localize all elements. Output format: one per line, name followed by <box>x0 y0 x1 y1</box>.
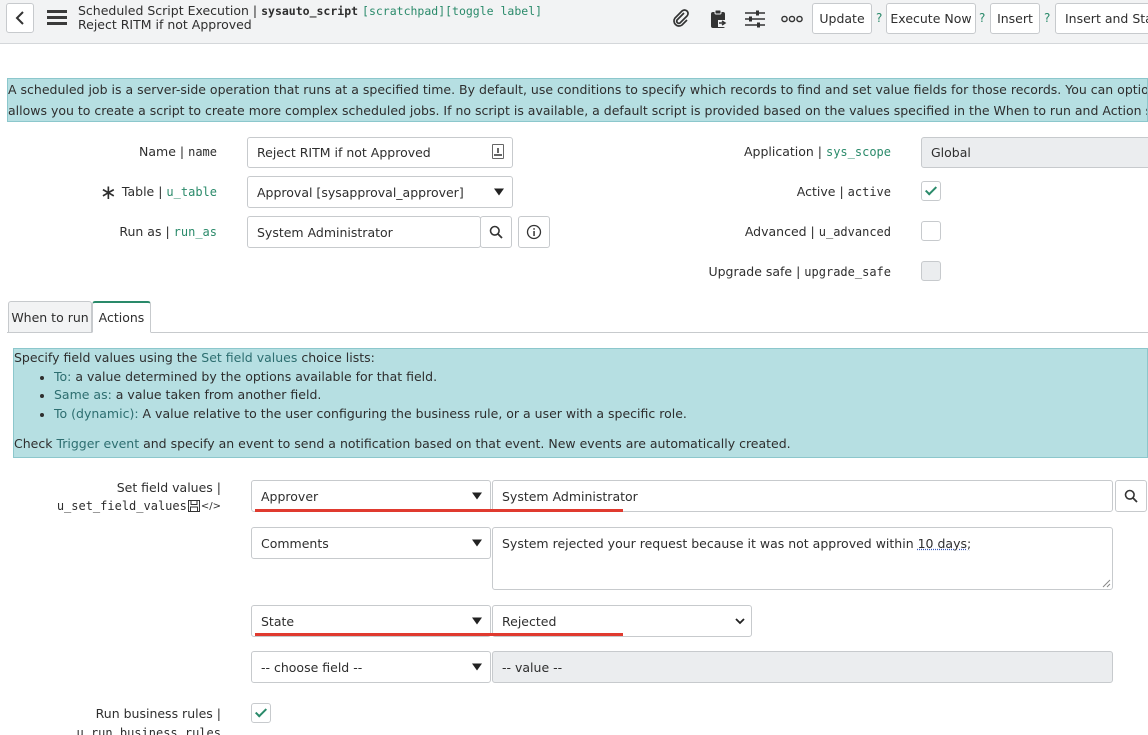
set-field-select-4[interactable]: -- choose field -- <box>251 651 491 683</box>
run-business-rules-checkbox[interactable] <box>251 703 271 723</box>
advanced-label: Advanced | u_advanced <box>744 224 891 239</box>
bullet-same-as: Same as: a value taken from another fiel… <box>54 387 322 402</box>
tab-when-to-run[interactable]: When to run <box>8 301 92 333</box>
bullet-to: To: a value determined by the options av… <box>54 369 438 384</box>
table-name: sysauto_script <box>261 4 359 18</box>
bullet-to-dynamic: To (dynamic): A value relative to the us… <box>54 406 687 421</box>
insert-and-stay-button[interactable]: Insert and Stay <box>1055 3 1148 34</box>
paperclip-icon[interactable] <box>669 8 693 30</box>
set-field-values-label: Set field values | <box>116 480 221 495</box>
execute-now-button[interactable]: Execute Now <box>886 3 976 34</box>
name-input[interactable]: Reject RITM if not Approved <box>247 137 513 168</box>
form-title: Scheduled Script Execution | sysauto_scr… <box>78 3 543 18</box>
context-tags: [scratchpad][toggle label] <box>362 4 543 18</box>
application-label: Application | sys_scope <box>743 144 891 159</box>
translate-icon[interactable] <box>492 144 504 159</box>
back-button[interactable] <box>6 3 34 33</box>
approver-value-input[interactable]: System Administrator <box>492 480 1113 512</box>
tab-baseline <box>7 332 1148 333</box>
tab-actions[interactable]: Actions <box>92 301 151 333</box>
chevron-down-icon <box>472 492 482 500</box>
info-line-1: A scheduled job is a server-side operati… <box>8 82 1147 97</box>
bullet-icon <box>40 394 44 398</box>
application-field: Global <box>921 137 1148 168</box>
search-icon <box>489 225 503 239</box>
chevron-down-icon <box>472 663 482 671</box>
actions-intro: Specify field values using the Set field… <box>14 350 375 365</box>
set-field-select-4-value: -- choose field -- <box>261 659 363 675</box>
update-help-icon[interactable]: ? <box>876 11 882 25</box>
info-banner: A scheduled job is a server-side operati… <box>7 78 1148 122</box>
empty-value-field: -- value -- <box>492 651 1113 683</box>
record-name: Reject RITM if not Approved <box>78 17 252 32</box>
set-field-select-2-value: Comments <box>261 535 329 551</box>
active-label: Active | active <box>796 184 891 199</box>
save-icon[interactable] <box>187 500 200 512</box>
back-icon <box>15 11 24 25</box>
highlight-underline <box>255 509 623 512</box>
chevron-down-icon <box>472 539 482 547</box>
chevron-down-icon <box>735 618 745 625</box>
execute-help-icon[interactable]: ? <box>979 11 985 25</box>
resize-handle-icon[interactable] <box>1102 579 1111 588</box>
info-line-2: allows you to create a script to create … <box>8 103 1147 118</box>
set-field-select-1[interactable]: Approver <box>251 480 491 512</box>
actions-banner: Specify field values using the Set field… <box>13 348 1148 458</box>
form-header: Scheduled Script Execution | sysauto_scr… <box>0 0 1148 44</box>
actions-trigger-note: Check Trigger event and specify an event… <box>14 436 791 451</box>
comments-textarea[interactable]: System rejected your request because it … <box>492 527 1113 590</box>
set-field-select-1-value: Approver <box>261 488 319 504</box>
menu-icon[interactable] <box>47 10 67 26</box>
set-field-select-2[interactable]: Comments <box>251 527 491 559</box>
approver-lookup-button[interactable] <box>1115 480 1147 512</box>
code-icon[interactable]: </> <box>201 501 221 512</box>
set-field-values-field: u_set_field_values </> <box>56 499 221 513</box>
run-business-rules-label: Run business rules | <box>95 706 221 721</box>
active-checkbox[interactable] <box>921 181 941 201</box>
clipboard-icon[interactable] <box>706 8 730 30</box>
highlight-underline <box>255 633 623 636</box>
table-select-value: Approval [sysapproval_approver] <box>257 184 464 200</box>
insert-button[interactable]: Insert <box>990 3 1040 34</box>
run-as-label: Run as | run_as <box>119 224 217 239</box>
chevron-down-icon <box>472 617 482 625</box>
sliders-icon[interactable] <box>743 8 767 30</box>
upgrade-safe-label: Upgrade safe | upgrade_safe <box>708 264 891 279</box>
update-button[interactable]: Update <box>812 3 872 34</box>
upgrade-safe-checkbox <box>921 261 941 281</box>
run-as-input[interactable]: System Administrator <box>247 216 481 248</box>
info-icon <box>526 224 542 240</box>
checkmark-icon <box>924 183 938 196</box>
checkmark-icon <box>254 705 268 718</box>
run-business-rules-field: u_run_business_rules <box>76 726 222 735</box>
search-icon <box>1124 489 1138 503</box>
state-value-text: Rejected <box>502 613 557 629</box>
chevron-down-icon <box>494 188 504 196</box>
advanced-checkbox[interactable] <box>921 221 941 241</box>
more-icon[interactable] <box>780 8 804 30</box>
name-label: Name | name <box>139 144 217 159</box>
bullet-icon <box>40 413 44 417</box>
insert-help-icon[interactable]: ? <box>1044 11 1050 25</box>
table-label: Table | u_table <box>121 184 217 199</box>
run-as-lookup-button[interactable] <box>480 216 512 248</box>
table-select[interactable]: Approval [sysapproval_approver] <box>247 176 513 208</box>
set-field-select-3-value: State <box>261 613 295 629</box>
bullet-icon <box>40 376 44 380</box>
run-as-info-button[interactable] <box>518 216 550 248</box>
required-marker: ∗ <box>100 180 117 204</box>
